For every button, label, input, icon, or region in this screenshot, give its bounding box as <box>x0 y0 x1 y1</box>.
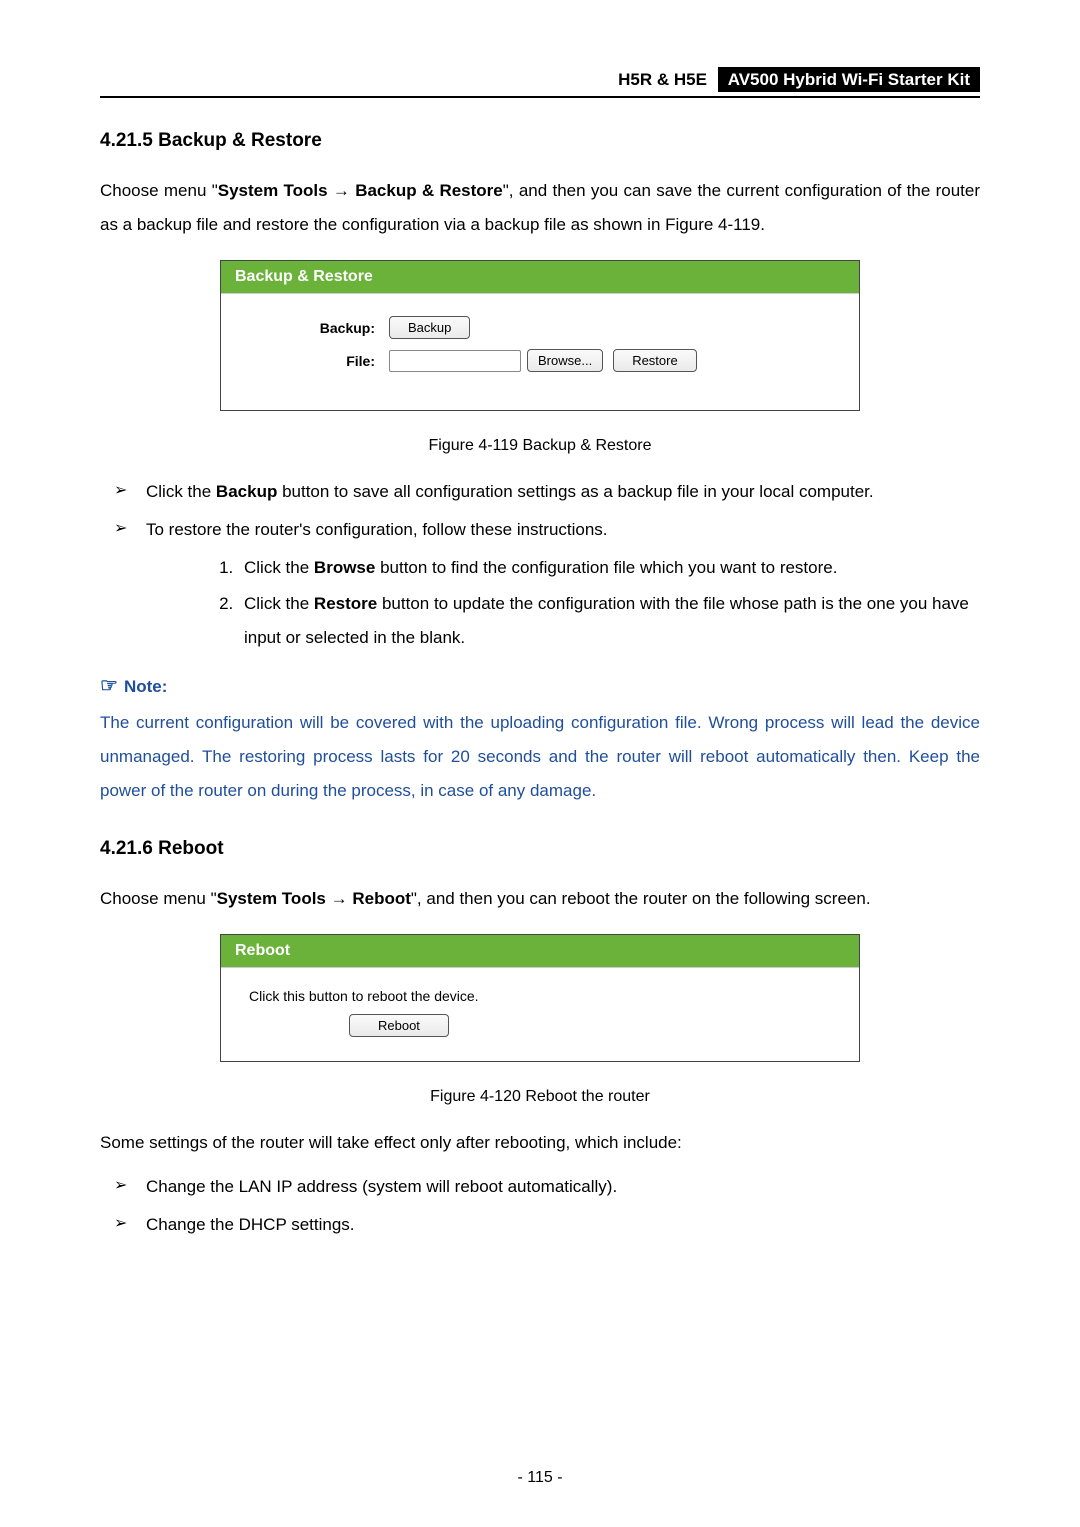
label-backup: Backup: <box>245 320 389 336</box>
bullet-list-1: Click the Backup button to save all conf… <box>100 475 980 655</box>
list-item: Click the Backup button to save all conf… <box>100 475 980 509</box>
page: H5R & H5E AV500 Hybrid Wi-Fi Starter Kit… <box>0 0 1080 1527</box>
bold-browse: Browse <box>314 558 375 577</box>
list-item: Change the DHCP settings. <box>100 1208 980 1242</box>
figure-panel-title: Backup & Restore <box>221 261 859 293</box>
note-label: Note: <box>124 677 167 696</box>
figure-caption-4-120: Figure 4-120 Reboot the router <box>100 1088 980 1106</box>
row-backup: Backup: Backup <box>245 316 835 339</box>
text: button to find the configuration file wh… <box>375 558 837 577</box>
arrow-icon: → <box>326 889 352 908</box>
text: button to save all configuration setting… <box>277 482 873 501</box>
section1-intro: Choose menu "System Tools → Backup & Res… <box>100 174 980 242</box>
label-file: File: <box>245 353 389 369</box>
bullet-list-2: Change the LAN IP address (system will r… <box>100 1170 980 1242</box>
note-heading: ☞ Note: <box>100 673 980 698</box>
text: Choose menu " <box>100 181 218 200</box>
section-title-backup-restore: 4.21.5 Backup & Restore <box>100 130 980 152</box>
backup-button[interactable]: Backup <box>389 316 470 339</box>
header-model: H5R & H5E <box>618 70 707 89</box>
page-number: - 115 - <box>0 1469 1080 1487</box>
figure-caption-4-119: Figure 4-119 Backup & Restore <box>100 437 980 455</box>
bold-restore: Restore <box>314 594 377 613</box>
bold-backup: Backup <box>216 482 277 501</box>
text: Click the <box>244 594 314 613</box>
pointing-hand-icon: ☞ <box>100 675 118 697</box>
reboot-button-row: Reboot <box>249 1014 831 1037</box>
header-product: AV500 Hybrid Wi-Fi Starter Kit <box>718 67 980 92</box>
restore-button[interactable]: Restore <box>613 349 697 372</box>
figure-panel-body: Backup: Backup File: Browse... Restore <box>221 293 859 410</box>
row-file: File: Browse... Restore <box>245 349 835 372</box>
text: Click the <box>146 482 216 501</box>
figure-backup-restore: Backup & Restore Backup: Backup File: Br… <box>220 260 860 411</box>
figure-panel: Reboot Click this button to reboot the d… <box>220 934 860 1062</box>
figure-panel: Backup & Restore Backup: Backup File: Br… <box>220 260 860 411</box>
menu-systemtools-2: System Tools <box>217 889 326 908</box>
list-item: Click the Browse button to find the conf… <box>238 551 980 585</box>
browse-button[interactable]: Browse... <box>527 349 603 372</box>
list-item: Click the Restore button to update the c… <box>238 587 980 655</box>
numbered-list: Click the Browse button to find the conf… <box>146 551 980 655</box>
menu-reboot: Reboot <box>352 889 411 908</box>
figure-panel-body: Click this button to reboot the device. … <box>221 967 859 1061</box>
figure-reboot: Reboot Click this button to reboot the d… <box>220 934 860 1062</box>
reboot-button[interactable]: Reboot <box>349 1014 449 1037</box>
arrow-icon: → <box>328 181 356 200</box>
text: Click the <box>244 558 314 577</box>
note-body: The current configuration will be covere… <box>100 706 980 808</box>
menu-backup-restore: Backup & Restore <box>355 181 503 200</box>
text: Choose menu " <box>100 889 217 908</box>
file-input[interactable] <box>389 350 521 372</box>
list-item: To restore the router's configuration, f… <box>100 513 980 655</box>
menu-systemtools: System Tools <box>218 181 328 200</box>
text: ", and then you can reboot the router on… <box>411 889 871 908</box>
text: To restore the router's configuration, f… <box>146 520 608 539</box>
header-bar: H5R & H5E AV500 Hybrid Wi-Fi Starter Kit <box>100 70 980 98</box>
section-title-reboot: 4.21.6 Reboot <box>100 838 980 860</box>
section2-intro: Choose menu "System Tools → Reboot", and… <box>100 882 980 916</box>
reboot-text: Click this button to reboot the device. <box>249 988 831 1004</box>
figure-panel-title: Reboot <box>221 935 859 967</box>
tail-intro: Some settings of the router will take ef… <box>100 1126 980 1160</box>
list-item: Change the LAN IP address (system will r… <box>100 1170 980 1204</box>
